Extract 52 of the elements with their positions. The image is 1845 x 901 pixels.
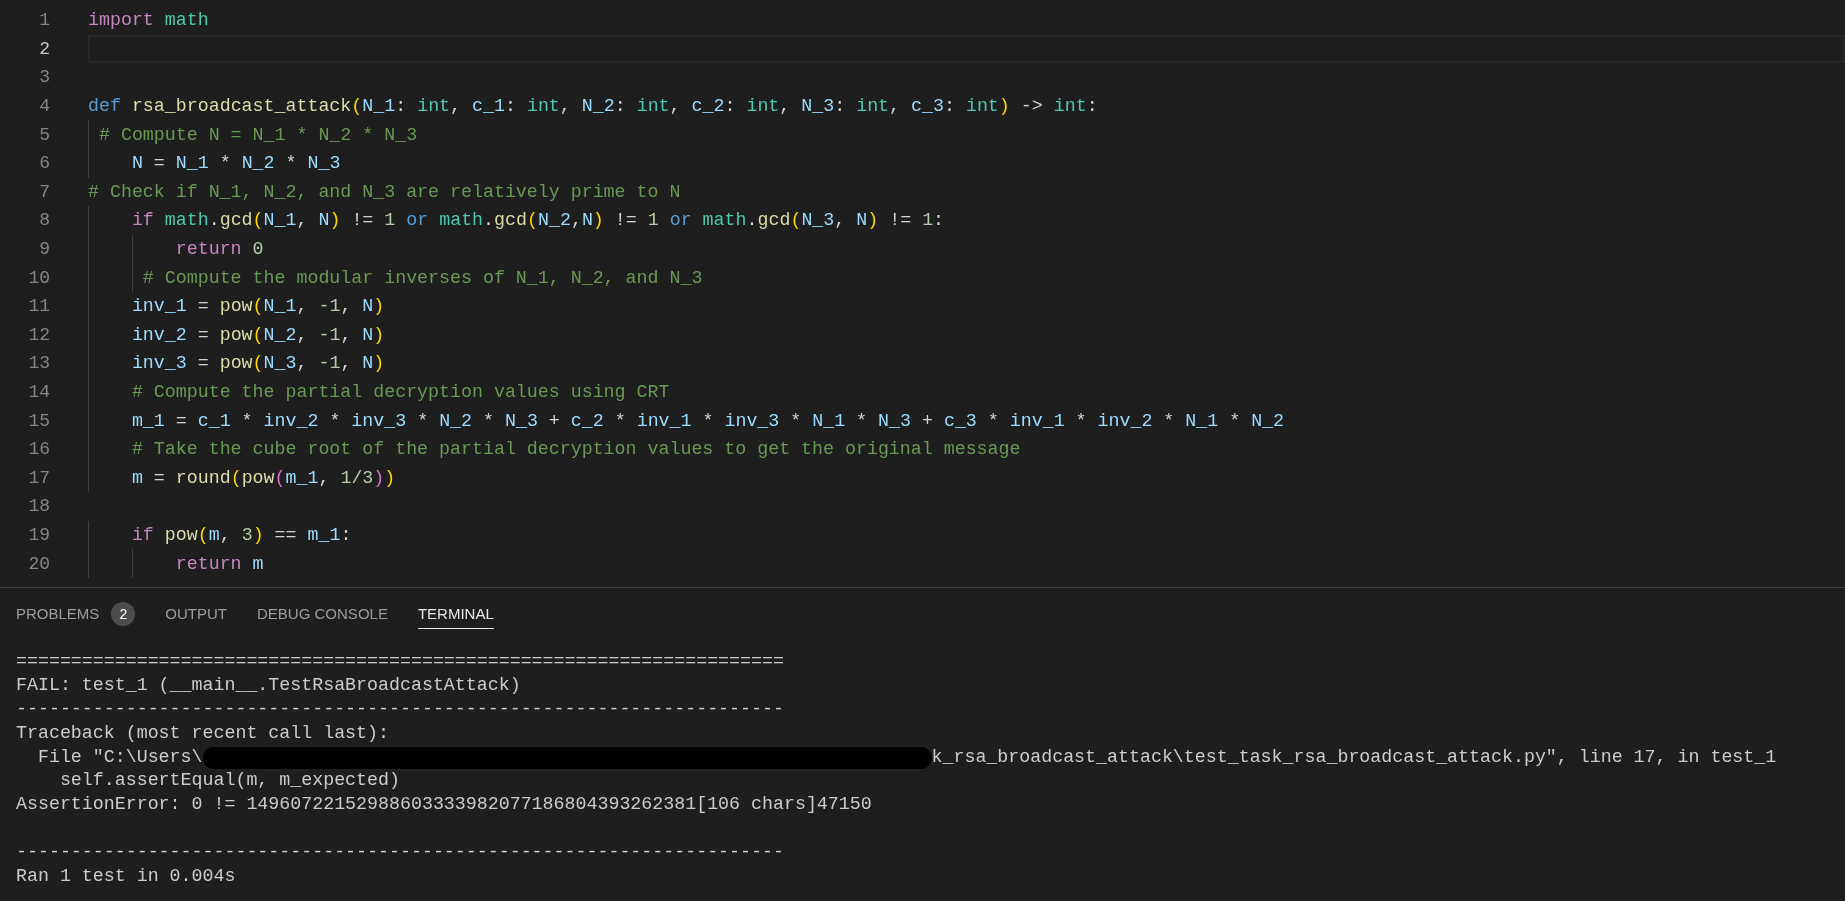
code-line: inv_2 = pow(N_2, -1, N) xyxy=(130,324,385,345)
code-line: if pow(m, 3) == m_1: xyxy=(130,525,352,545)
line-number: 5 xyxy=(38,124,50,145)
line-number: 18 xyxy=(27,496,50,517)
line-number: 11 xyxy=(27,296,50,317)
code-line: inv_1 = pow(N_1, -1, N) xyxy=(130,296,385,317)
line-number: 20 xyxy=(27,553,50,574)
line-number: 13 xyxy=(27,353,50,374)
panel-tab[interactable]: DEBUG CONSOLE xyxy=(257,599,388,629)
line-number: 1 xyxy=(38,10,50,31)
code-line: # Check if N_1, N_2, and N_3 are relatively prime to N xyxy=(88,181,681,202)
code-line: inv_3 = pow(N_3, -1, N) xyxy=(130,353,385,374)
line-number: 2 xyxy=(38,38,50,59)
panel-tab[interactable]: TERMINAL xyxy=(417,599,494,629)
line-number: 7 xyxy=(38,181,50,202)
code-line: N = N_1 * N_2 * N_3 xyxy=(130,153,341,174)
code-line: if math.gcd(N_1, N) != 1 or math.gcd(N_2,N) != 1 or math.gcd(N_3, N) != 1: xyxy=(130,210,945,231)
line-number: 14 xyxy=(27,382,50,402)
code-line: m_1 = c_1 * inv_2 * inv_3 * N_2 * N_3 + c_2 * inv_1 * inv_3 * N_1 * N_3 + c_3 * inv_1 * inv_2 * N_1 * N_2 xyxy=(130,410,1285,431)
line-number: 15 xyxy=(27,410,50,431)
terminal-line: AssertionError: 0 != 14960722152988603333982077186804393262381[106 chars]47150 xyxy=(16,793,872,817)
terminal-line: ---------------------------------------------------------------------- xyxy=(16,697,784,721)
line-number: 19 xyxy=(27,525,50,545)
code-line: def rsa_broadcast_attack(N_1: int, c_1: int, N_2: int, c_2: int, N_3: int, c_3: int) -> int: xyxy=(88,96,1098,117)
panel-tab[interactable]: PROBLEMS 2 xyxy=(16,595,136,633)
terminal-line: ---------------------------------------------------------------------- xyxy=(16,841,784,865)
terminal-line: File "C:\Users\ xyxy=(36,745,203,769)
line-number: 8 xyxy=(38,210,50,231)
line-number: 12 xyxy=(27,324,50,345)
terminal-line: self.assertEqual(m, m_expected) xyxy=(58,769,400,793)
terminal-line: Traceback (most recent call last): xyxy=(16,721,389,745)
terminal-line: k_rsa_broadcast_attack\test_task_rsa_broadcast_attack.py", line 17, in test_1 xyxy=(931,745,1777,769)
code-line: # Compute the partial decryption values using CRT xyxy=(130,382,670,402)
code-line: m = round(pow(m_1, 1/3)) xyxy=(130,467,396,488)
terminal-line: FAIL: test_1 (__main__.TestRsaBroadcastAttack) xyxy=(16,673,521,697)
line-number: 6 xyxy=(38,153,50,174)
line-number: 9 xyxy=(38,239,50,260)
count-badge: 2 xyxy=(111,601,136,626)
line-number: 10 xyxy=(27,267,50,288)
code-line: # Compute the modular inverses of N_1, N_2, and N_3 xyxy=(141,267,703,288)
terminal-line: ====================================================================== xyxy=(16,650,784,673)
code-line: return m xyxy=(174,553,264,574)
code-line: import math xyxy=(88,10,209,31)
line-number: 16 xyxy=(27,439,50,460)
code-line: # Compute N = N_1 * N_2 * N_3 xyxy=(97,124,418,145)
panel-tab[interactable]: OUTPUT xyxy=(165,599,228,629)
code-line: return 0 xyxy=(174,239,264,260)
line-number: 3 xyxy=(38,67,50,88)
code-line: # Take the cube root of the partial decryption values to get the original message xyxy=(130,439,1021,460)
terminal-line: Ran 1 test in 0.004s xyxy=(16,865,236,888)
line-number: 4 xyxy=(38,96,50,117)
line-number: 17 xyxy=(27,467,50,488)
